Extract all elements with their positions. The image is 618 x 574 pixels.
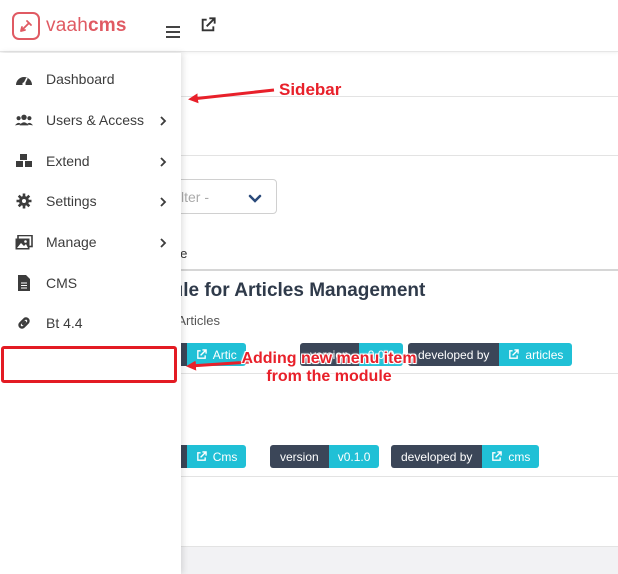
filter-placeholder: lter -	[181, 189, 209, 205]
external-link-icon[interactable]	[200, 17, 216, 38]
sidebar-item-label: Manage	[46, 234, 97, 250]
gear-icon	[15, 193, 33, 209]
chevron-down-icon	[248, 191, 262, 209]
link-icon	[15, 315, 33, 331]
tag-key: developed by	[408, 343, 500, 366]
developed-by-tag[interactable]: developed by articles	[408, 343, 573, 366]
annotation-new-menu-item: Adding new menu item from the module	[241, 350, 417, 385]
divider	[181, 96, 618, 97]
sidebar-item-users-access[interactable]: Users & Access	[0, 105, 181, 135]
tag-key: developed by	[391, 445, 483, 468]
sidebar-item-dashboard[interactable]: Dashboard	[0, 64, 181, 94]
sidebar-item-label: Bt 4.4	[46, 315, 83, 331]
version-tag: version v0.1.0	[270, 445, 380, 468]
external-link-icon	[196, 349, 207, 359]
top-navbar: vaahcms	[0, 0, 618, 52]
tag-value[interactable]: cms	[482, 445, 540, 468]
sidebar-item-settings[interactable]: Settings	[0, 186, 181, 216]
hamburger-icon[interactable]	[166, 26, 180, 38]
tag-value[interactable]: Artic	[186, 343, 246, 366]
divider	[181, 155, 618, 156]
sidebar-item-label: Users & Access	[46, 112, 145, 128]
sidebar-item-cms[interactable]: CMS	[0, 268, 181, 298]
sidebar-item-label: Dashboard	[46, 71, 115, 87]
logo-text: vaahcms	[46, 15, 127, 36]
table-header-divider	[181, 269, 618, 271]
new-menu-item-highlight[interactable]	[1, 346, 177, 383]
sidebar-item-label: Settings	[46, 193, 97, 209]
tag-value: v0.1.0	[328, 445, 380, 468]
logo-mark-icon	[12, 12, 40, 40]
chevron-right-icon	[159, 114, 167, 132]
sidebar-item-label: Extend	[46, 153, 90, 169]
main-content	[181, 53, 618, 574]
external-link-icon	[196, 451, 207, 461]
footer-strip	[181, 546, 618, 574]
chevron-right-icon	[159, 155, 167, 173]
chevron-right-icon	[159, 195, 167, 213]
external-link-icon	[509, 349, 520, 359]
cubes-icon	[15, 153, 33, 169]
dashboard-gauge-icon	[15, 71, 33, 87]
tag-value[interactable]: articles	[499, 343, 573, 366]
module-title[interactable]: dule for Articles Management	[160, 280, 425, 302]
images-icon	[15, 234, 33, 250]
chevron-right-icon	[159, 236, 167, 254]
sidebar: Dashboard Users & Access Extend Settings…	[0, 53, 181, 574]
developed-by-tag[interactable]: developed by cms	[391, 445, 540, 468]
row-divider	[181, 476, 618, 477]
file-icon	[15, 275, 33, 291]
tag-key: version	[270, 445, 329, 468]
annotation-sidebar: Sidebar	[279, 80, 342, 99]
sidebar-item-bt[interactable]: Bt 4.4	[0, 308, 181, 338]
external-link-icon	[492, 451, 503, 461]
sidebar-item-label: CMS	[46, 275, 78, 291]
sidebar-item-manage[interactable]: Manage	[0, 227, 181, 257]
tag-value[interactable]: Cms	[186, 445, 247, 468]
users-icon	[15, 112, 33, 128]
sidebar-item-extend[interactable]: Extend	[0, 146, 181, 176]
vaahcms-logo[interactable]: vaahcms	[12, 12, 127, 40]
